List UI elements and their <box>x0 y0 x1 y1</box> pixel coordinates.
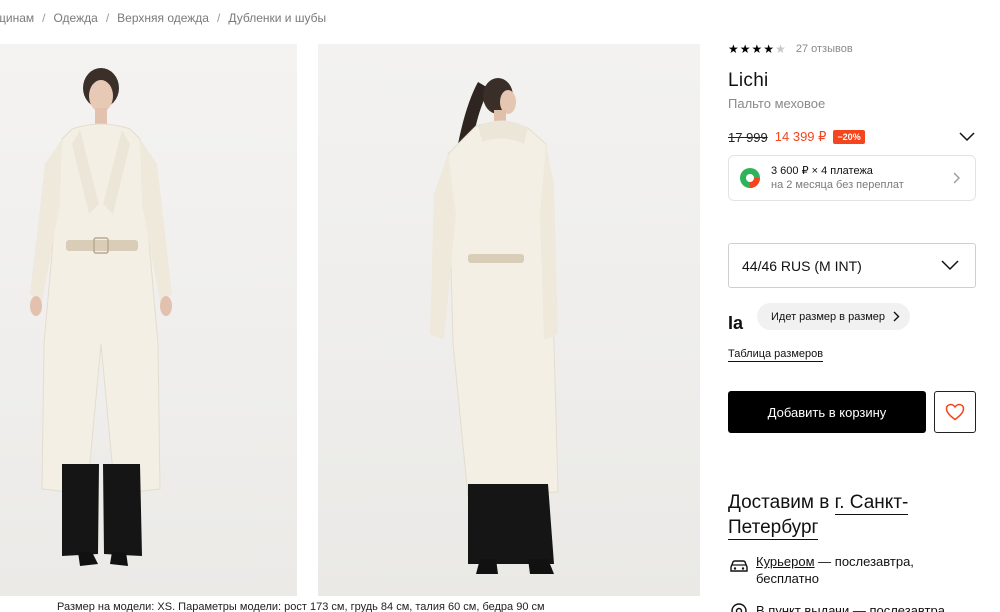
breadcrumb-item[interactable]: Верхняя одежда <box>117 11 209 25</box>
chevron-right-icon <box>893 311 900 322</box>
rating-stars: ★★★★★ <box>728 42 787 56</box>
old-price: 17 999 <box>728 129 768 145</box>
model-params-caption: Размер на модели: XS. Параметры модели: … <box>57 601 545 612</box>
size-table-link[interactable]: Таблица размеров <box>728 348 824 362</box>
sale-price: 14 399 ₽ <box>774 129 827 144</box>
favorite-button[interactable] <box>934 391 976 433</box>
delivery-heading: Доставим в г. Санкт-Петербург <box>728 490 990 540</box>
delivery-pickup-details: — послезавтра <box>849 603 945 612</box>
brand-name[interactable]: Lichi <box>728 70 769 92</box>
star-icon: ★ <box>728 42 740 56</box>
breadcrumb-separator: / <box>216 11 221 25</box>
location-pin-icon <box>731 603 747 612</box>
model-front-illustration <box>30 68 172 566</box>
delivery-option-courier: Курьером — послезавтра, бесплатно <box>728 553 976 587</box>
price-block: 17 999 14 399 ₽ −20% <box>728 129 976 145</box>
star-icon: ★ <box>763 42 776 56</box>
delivery-courier-link[interactable]: Курьером <box>756 554 815 569</box>
delivery-heading-text: Доставим в <box>728 492 830 513</box>
star-icon: ★ <box>751 42 764 56</box>
delivery-pickup-text: В пункт выдачи — послезавтра <box>756 602 976 612</box>
size-selected-value: 44/46 RUS (M INT) <box>742 257 862 274</box>
delivery-courier-text: Курьером — послезавтра, бесплатно <box>756 553 976 587</box>
star-empty-icon: ★ <box>775 42 787 56</box>
heart-icon <box>945 403 965 421</box>
breadcrumb-separator: / <box>42 11 46 25</box>
delivery-option-pickup: В пункт выдачи — послезавтра <box>728 602 976 612</box>
fit-recommendation-text: Идет размер в размер <box>771 310 886 323</box>
breadcrumb-item[interactable]: Дубленки и шубы <box>228 11 326 25</box>
product-photo-back[interactable] <box>318 44 700 596</box>
discount-badge: −20% <box>833 130 865 144</box>
car-icon <box>730 560 748 572</box>
breadcrumb-item[interactable]: щинам <box>0 11 34 25</box>
installment-subtitle: на 2 месяца без переплат <box>771 179 904 191</box>
model-back-illustration <box>430 78 559 574</box>
add-to-cart-button[interactable]: Добавить в корзину <box>728 391 926 433</box>
chevron-right-icon <box>953 172 960 184</box>
installment-logo-icon <box>740 168 760 188</box>
breadcrumb-separator: / <box>105 11 110 25</box>
delivery-pickup-link[interactable]: В пункт выдачи <box>756 603 849 612</box>
installment-offer[interactable]: 3 600 ₽ × 4 платежа на 2 месяца без пере… <box>728 155 976 201</box>
chevron-down-icon <box>941 260 959 271</box>
installment-text: 3 600 ₽ × 4 платежа на 2 месяца без пере… <box>771 164 904 192</box>
price-details-toggle[interactable] <box>958 130 976 144</box>
size-select[interactable]: 44/46 RUS (M INT) <box>728 243 976 288</box>
breadcrumb-item[interactable]: Одежда <box>53 11 97 25</box>
installment-title: 3 600 ₽ × 4 платежа <box>771 165 873 177</box>
rating[interactable]: ★★★★★ 27 отзывов <box>728 42 853 56</box>
star-icon: ★ <box>739 42 752 56</box>
breadcrumb: щинам / Одежда / Верхняя одежда / Дубленки и ш… <box>0 11 326 25</box>
product-type: Пальто меховое <box>728 96 826 111</box>
product-photo-front[interactable] <box>0 44 297 596</box>
fit-recommendation-pill[interactable]: Идет размер в размер <box>757 303 911 330</box>
reviews-count[interactable]: 27 отзывов <box>796 43 853 55</box>
fit-service-logo: Ia <box>728 313 744 333</box>
chevron-down-icon <box>959 132 975 142</box>
